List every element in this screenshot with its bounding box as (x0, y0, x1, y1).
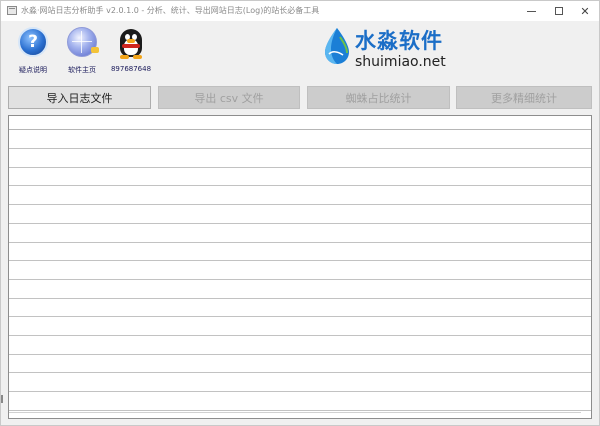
help-tool-label: 疑点说明 (19, 66, 47, 74)
import-log-button[interactable]: 导入日志文件 (8, 86, 151, 109)
table-row[interactable] (9, 262, 591, 280)
brand-logo: 水淼软件 shuimiao.net (323, 25, 453, 77)
detailed-stats-button[interactable]: 更多精细统计 (456, 86, 592, 109)
header: ? 疑点说明 软件主页 897687648 水淼软件 shuimiao.net (1, 21, 599, 81)
title-bar[interactable]: 水淼·网站日志分析助手 v2.0.1.0 - 分析、统计、导出网站日志(Log)… (1, 1, 599, 21)
spider-ratio-button[interactable]: 蜘蛛占比统计 (307, 86, 450, 109)
table-row[interactable] (9, 206, 591, 224)
log-data-grid[interactable] (8, 115, 592, 419)
table-row[interactable] (9, 281, 591, 299)
table-row[interactable] (9, 168, 591, 187)
app-icon (7, 6, 17, 15)
window-edge-mark (1, 395, 3, 403)
homepage-tool-button[interactable]: 软件主页 (57, 25, 107, 77)
table-row[interactable] (9, 393, 591, 411)
table-row[interactable] (9, 150, 591, 168)
qq-tool-button[interactable]: 897687648 (106, 25, 156, 77)
grid-horizontal-divider (9, 412, 581, 413)
close-button[interactable]: ✕ (565, 1, 600, 21)
export-csv-button[interactable]: 导出 csv 文件 (158, 86, 300, 109)
logo-title: 水淼软件 (355, 29, 443, 53)
table-row[interactable] (9, 337, 591, 355)
table-row[interactable] (9, 299, 591, 318)
close-icon: ✕ (580, 4, 590, 18)
table-row[interactable] (9, 131, 591, 149)
table-row[interactable] (9, 243, 591, 262)
table-row[interactable] (9, 225, 591, 243)
globe-badge-icon (91, 47, 99, 53)
app-window: 水淼·网站日志分析助手 v2.0.1.0 - 分析、统计、导出网站日志(Log)… (0, 0, 600, 426)
help-tool-button[interactable]: ? 疑点说明 (8, 25, 58, 77)
qq-penguin-icon (116, 27, 146, 59)
help-question-icon: ? (18, 27, 48, 57)
water-drop-icon (325, 28, 349, 64)
minimize-icon (526, 10, 536, 12)
window-title: 水淼·网站日志分析助手 v2.0.1.0 - 分析、统计、导出网站日志(Log)… (21, 6, 320, 15)
table-row[interactable] (9, 374, 591, 393)
table-row[interactable] (9, 318, 591, 336)
homepage-tool-label: 软件主页 (68, 66, 96, 74)
maximize-icon (555, 7, 563, 15)
grid-header (9, 116, 591, 130)
table-row[interactable] (9, 187, 591, 206)
qq-number-label: 897687648 (110, 65, 152, 73)
table-row[interactable] (9, 355, 591, 374)
logo-subtitle: shuimiao.net (355, 54, 446, 70)
